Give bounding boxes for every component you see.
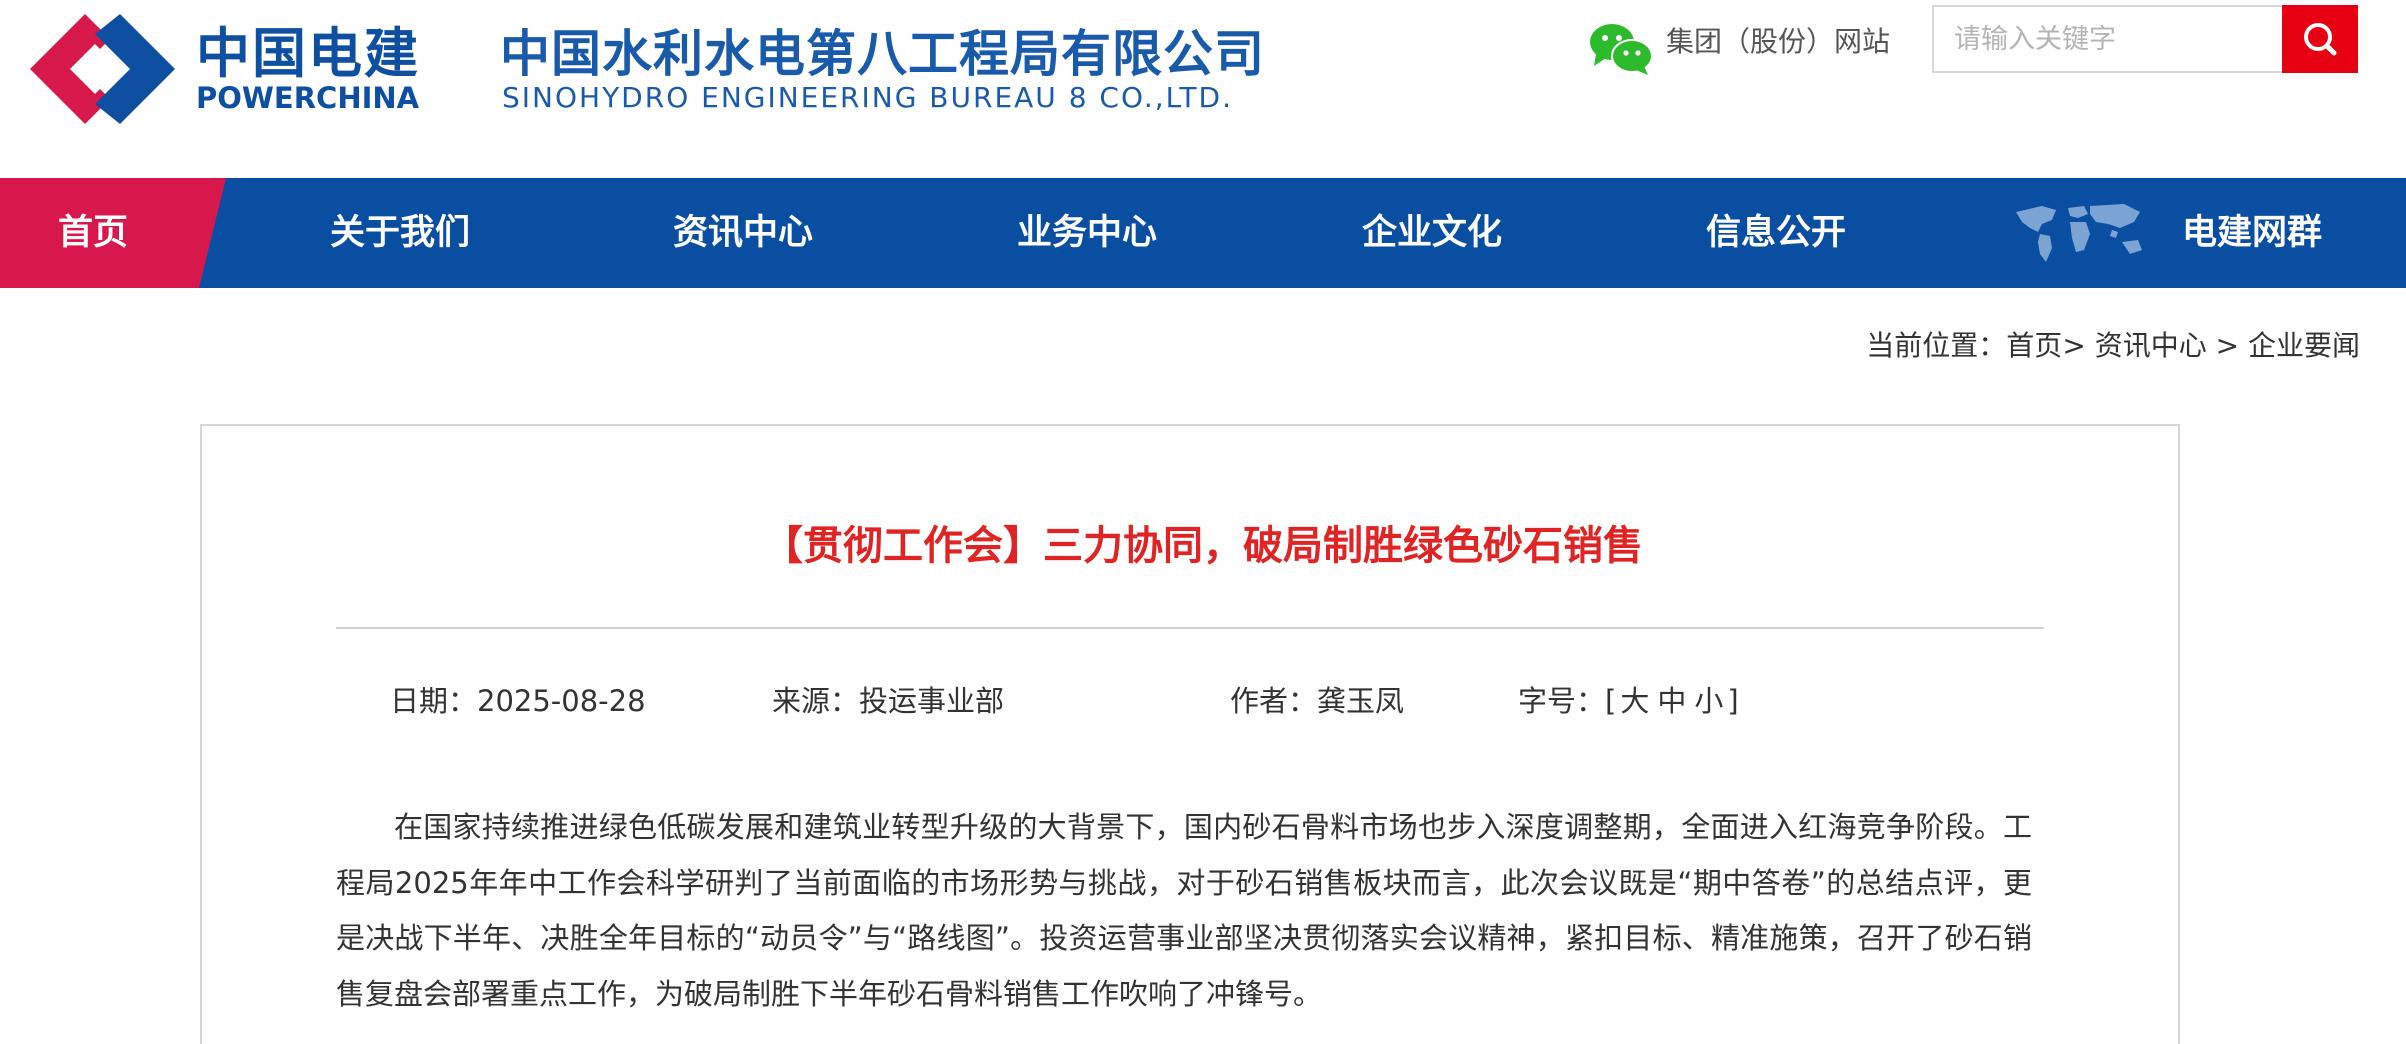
company-name-en: SINOHYDRO ENGINEERING BUREAU 8 CO.,LTD.: [502, 81, 1233, 114]
font-size-medium-link[interactable]: 中: [1653, 684, 1690, 718]
nav-item-culture[interactable]: 企业文化: [1362, 178, 1502, 288]
main-nav: 首页 关于我们 资讯中心 业务中心 企业文化 信息公开 电建网群: [0, 178, 2406, 288]
group-website-link[interactable]: 集团（股份）网站: [1666, 22, 1890, 62]
brand-name-cn: 中国电建: [196, 22, 420, 85]
font-size-close: ]: [1727, 684, 1739, 718]
article-title: 【贯彻工作会】三力协同，破局制胜绿色砂石销售: [763, 523, 1643, 569]
article-date: 日期：2025-08-28: [390, 684, 646, 718]
font-size-large-link[interactable]: 大: [1616, 684, 1653, 718]
breadcrumb-news[interactable]: 资讯中心: [2095, 329, 2207, 362]
nav-item-disclosure[interactable]: 信息公开: [1706, 178, 1846, 288]
title-divider: [336, 627, 2044, 629]
font-size-small-link[interactable]: 小: [1690, 684, 1727, 718]
search-input[interactable]: [1932, 5, 2282, 73]
site-header: 中国电建 POWERCHINA 中国水利水电第八工程局有限公司 SINOHYDR…: [0, 0, 2406, 178]
breadcrumb-home[interactable]: 首页: [2006, 329, 2062, 362]
company-name-cn: 中国水利水电第八工程局有限公司: [500, 25, 1265, 83]
breadcrumb-separator: >: [2215, 329, 2240, 362]
powerchina-logo-icon[interactable]: [30, 14, 175, 124]
world-map-icon: [2016, 204, 2142, 262]
nav-item-business[interactable]: 业务中心: [1017, 178, 1157, 288]
font-size-control: 字号：[大中小]: [1518, 680, 1739, 722]
wechat-icon[interactable]: [1588, 20, 1654, 76]
breadcrumb-prefix: 当前位置：: [1866, 329, 2007, 362]
article-author: 作者：龚玉凤: [1230, 684, 1405, 718]
nav-item-about[interactable]: 关于我们: [330, 178, 470, 288]
article-source: 来源：投运事业部: [772, 684, 1005, 718]
breadcrumb-current[interactable]: 企业要闻: [2248, 329, 2360, 362]
search-button[interactable]: [2282, 5, 2358, 73]
breadcrumb: 当前位置：首页> 资讯中心 > 企业要闻: [1866, 326, 2360, 366]
nav-item-news[interactable]: 资讯中心: [673, 178, 813, 288]
breadcrumb-separator: >: [2062, 329, 2086, 362]
nav-item-home[interactable]: 首页: [58, 178, 128, 288]
brand-name-en: POWERCHINA: [196, 81, 420, 115]
font-size-label: 字号：[: [1518, 684, 1617, 718]
search-icon: [2304, 23, 2337, 56]
nav-item-network[interactable]: 电建网群: [2182, 178, 2322, 288]
article-paragraph: 在国家持续推进绿色低碳发展和建筑业转型升级的大背景下，国内砂石骨料市场也步入深度…: [336, 810, 2032, 1011]
